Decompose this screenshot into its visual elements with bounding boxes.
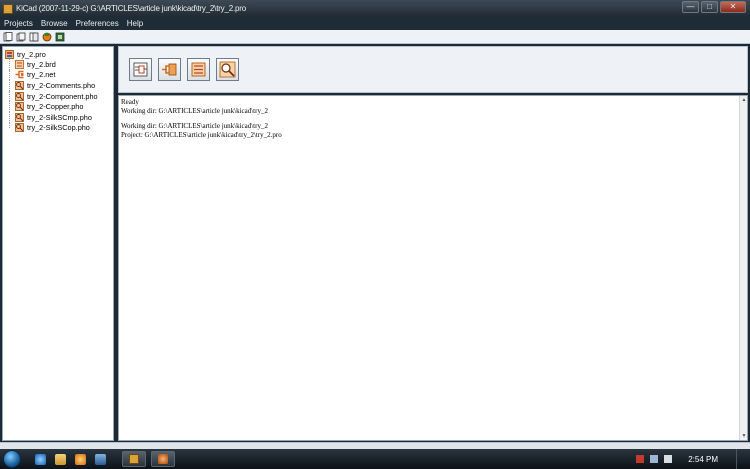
tree-item-comments-pho[interactable]: try_2-Comments.pho (3, 80, 113, 91)
gimp-task-icon (158, 454, 168, 464)
kicad-task-button[interactable] (122, 451, 146, 467)
menu-help[interactable]: Help (123, 19, 147, 28)
gerber-file-icon (15, 112, 24, 122)
tree-item-label: try_2-Copper.pho (27, 102, 84, 112)
tree-item-silkscop-pho[interactable]: try_2-SilkSCop.pho (3, 122, 113, 134)
clock[interactable]: 2:54 PM (688, 455, 718, 464)
eeschema-button[interactable] (129, 58, 152, 81)
tree-item-component-pho[interactable]: try_2-Component.pho (3, 90, 113, 102)
scroll-down-icon[interactable]: ▼ (740, 432, 748, 440)
gerber-file-icon (15, 102, 24, 112)
explorer-icon[interactable] (55, 453, 66, 465)
cvpcb-button[interactable] (158, 58, 181, 81)
start-button[interactable] (3, 450, 21, 468)
output-line: Ready (121, 98, 139, 106)
ie-icon[interactable] (35, 453, 46, 465)
security-icon[interactable] (636, 455, 645, 463)
close-button[interactable]: ✕ (720, 1, 746, 13)
task-buttons (122, 451, 175, 467)
pcbnew-icon (191, 62, 206, 77)
unarchive-icon[interactable] (55, 32, 65, 42)
tree-item-label: try_2-SilkSCmp.pho (27, 112, 92, 122)
save-project-icon[interactable] (29, 32, 39, 42)
maximize-button[interactable]: □ (701, 1, 718, 13)
switch-windows-icon[interactable] (95, 453, 106, 465)
tree-item-label: try_2-Comments.pho (27, 80, 96, 90)
menu-projects[interactable]: Projects (0, 19, 37, 28)
vertical-scrollbar[interactable]: ▲ ▼ (739, 96, 747, 440)
show-desktop-button[interactable] (736, 449, 746, 469)
tree-children: try_2.brd try_2.net try_2-Comments.pho t… (3, 59, 113, 133)
minimize-button[interactable]: — (682, 1, 699, 13)
tree-item-net[interactable]: try_2.net (3, 69, 113, 81)
window-controls: — □ ✕ (682, 1, 746, 13)
taskbar: 2:54 PM (0, 449, 750, 469)
media-icon[interactable] (75, 453, 86, 465)
project-tree[interactable]: try_2.pro try_2.brd try_2.net try_2-Comm… (2, 46, 114, 441)
tree-item-label: try_2-Component.pho (27, 91, 98, 101)
tree-item-brd[interactable]: try_2.brd (3, 59, 113, 70)
tree-root[interactable]: try_2.pro (3, 49, 113, 59)
kicad-app-icon[interactable] (3, 3, 13, 14)
project-icon (5, 49, 14, 59)
gimp-task-button[interactable] (151, 451, 175, 467)
new-project-icon[interactable] (3, 31, 13, 42)
cvpcb-icon (162, 63, 177, 76)
tree-item-copper-pho[interactable]: try_2-Copper.pho (3, 101, 113, 112)
launcher-panel (118, 46, 748, 93)
output-line: Project: G:\ARTICLES\article junk\kicad\… (121, 130, 282, 139)
menu-browse[interactable]: Browse (37, 19, 72, 28)
toolbar (0, 30, 750, 44)
message-output[interactable]: Ready Working dir: G:\ARTICLES\article j… (118, 95, 748, 441)
scroll-up-icon[interactable]: ▲ (740, 96, 748, 104)
tree-root-label: try_2.pro (17, 49, 46, 59)
gerbview-icon (219, 61, 236, 78)
title-bar: KiCad (2007-11-29-c) G:\ARTICLES\article… (0, 0, 750, 17)
menu-bar: Projects Browse Preferences Help (0, 17, 750, 30)
window-title: KiCad (2007-11-29-c) G:\ARTICLES\article… (16, 4, 246, 13)
output-line: Working dir: G:\ARTICLES\article junk\ki… (121, 122, 268, 130)
tree-item-label: try_2.brd (27, 59, 56, 69)
netlist-file-icon (15, 71, 24, 79)
gerber-file-icon (15, 123, 24, 133)
gerber-file-icon (15, 91, 24, 101)
pcbnew-button[interactable] (187, 58, 210, 81)
volume-icon[interactable] (664, 455, 673, 463)
pcb-file-icon (15, 59, 24, 69)
status-strip (0, 442, 750, 449)
system-tray: 2:54 PM (636, 449, 750, 469)
open-project-icon[interactable] (16, 32, 26, 42)
gerbview-button[interactable] (216, 58, 239, 81)
tree-item-label: try_2-SilkSCop.pho (27, 123, 90, 133)
tree-item-silkscmp-pho[interactable]: try_2-SilkSCmp.pho (3, 111, 113, 123)
output-line: Working dir: G:\ARTICLES\article junk\ki… (121, 106, 268, 115)
menu-preferences[interactable]: Preferences (72, 19, 123, 28)
tree-item-label: try_2.net (27, 70, 56, 80)
gerber-file-icon (15, 81, 24, 90)
quick-launch (35, 453, 106, 465)
kicad-task-icon (129, 454, 139, 464)
network-icon[interactable] (650, 455, 659, 463)
archive-icon[interactable] (42, 32, 52, 42)
eeschema-icon (133, 62, 148, 77)
